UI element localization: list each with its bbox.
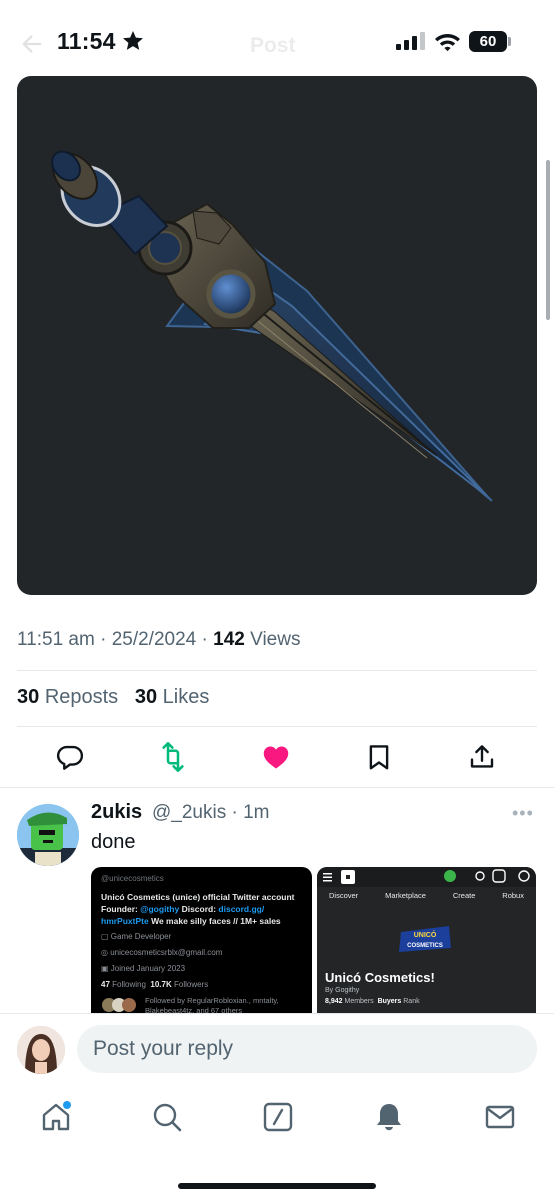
tweet-meta: 11:51 am · 25/2/2024 · 142 Views [17,629,301,650]
battery-level: 60 [469,31,507,52]
profile-mutuals: Followed by RegularRobloxian., mntalty, … [101,996,302,1013]
reply-media-left[interactable]: @unicecosmetics Unicó Cosmetics (unice) … [91,867,312,1013]
following-label: Following [112,980,146,989]
logo-text-top: UNICÓ [414,930,437,939]
divider [17,670,537,671]
tweet-date: 25/2/2024 [111,629,197,650]
mutuals-text: Followed by RegularRobloxian., mntalty, … [145,996,279,1013]
reply-media-right[interactable]: Discover Marketplace Create Robux UNICÓ … [317,867,536,1013]
reply-display-name[interactable]: 2ukis [91,801,142,824]
status-bar: Post 11:54 60 [0,0,554,70]
tab-robux: Robux [502,891,524,900]
bio-line: Unicó Cosmetics (unice) official Twitter… [101,892,295,902]
scrollbar[interactable] [546,160,550,320]
group-members: 8,942 Members Buyers Rank [325,998,420,1005]
home-indicator [178,1183,376,1189]
category-text: Game Developer [110,932,172,941]
more-options-icon[interactable]: ••• [512,803,534,824]
views-count: 142 [213,629,245,650]
divider [0,787,554,788]
star-icon [123,31,143,50]
home-icon[interactable] [40,1101,72,1133]
roblox-topbar [317,867,536,887]
following-count: 47 [101,980,110,989]
group-name: Unicó Cosmetics! [325,970,435,985]
back-arrow-icon[interactable] [18,30,46,58]
joined-text: Joined January 2023 [110,964,186,973]
profile-handle: @unicecosmetics [101,874,164,883]
reply-composer: Post your reply [0,1013,554,1088]
members-count: 8,942 [325,998,343,1005]
my-avatar-image [17,1026,65,1074]
reply-handle[interactable]: @_2ukis [152,802,226,823]
bio-discord: Discord: [181,904,217,914]
clock: 11:54 [57,28,116,54]
reply-input[interactable]: Post your reply [77,1025,537,1073]
tab-create: Create [452,891,476,900]
profile-category: ▢ Game Developer [101,932,172,941]
profile-bio: Unicó Cosmetics (unice) official Twitter… [101,891,302,927]
notifications-icon[interactable] [373,1101,405,1133]
profile-joined: ▣ Joined January 2023 [101,964,186,973]
likes-stat[interactable]: 30 Likes [135,686,210,708]
reply-text: done [91,831,136,853]
reply-icon[interactable] [55,742,85,772]
mutual-avatars [102,998,136,1012]
tweet-stats: 30 Reposts 30 Likes [17,686,209,709]
rank-value: Buyers [377,998,402,1005]
bio-tail: We make silly faces // 1M+ sales [151,916,281,926]
tab-discover: Discover [329,891,359,900]
profile-follow-counts: 47 Following 10.7K Followers [101,979,302,991]
reposts-count: 30 [17,686,40,708]
reposts-label: Reposts [44,686,119,708]
group-owner: By Gogithy [325,987,359,994]
profile-email: ◎ unicecosmeticsrblx@gmail.com [101,948,223,957]
tweet-time: 11:51 am [17,629,95,650]
by-name: Gogithy [335,987,360,994]
avatar-image [17,804,79,866]
tweet-actions [0,742,554,776]
views-label: Views [250,629,301,650]
followers-count: 10.7K [150,980,172,989]
followers-label: Followers [173,980,209,989]
reply-time: 1m [243,802,270,823]
tab-marketplace: Marketplace [385,891,426,900]
share-icon[interactable] [467,742,497,772]
bookmark-icon[interactable] [364,742,394,772]
likes-count: 30 [134,686,158,708]
repost-icon[interactable] [158,742,188,772]
roblox-topbar-icons [323,869,530,884]
reply-avatar[interactable] [17,804,79,866]
bio-founder-link: @gogithy [140,904,180,914]
email-text: unicecosmeticsrblx@gmail.com [110,948,223,957]
logo-text-bottom: COSMETICS [407,943,443,949]
roblox-tabs: Discover Marketplace Create Robux [317,887,536,904]
tweet-media-image[interactable] [17,76,537,595]
cellular-signal-icon [396,32,425,50]
members-label: Members [344,998,374,1005]
by-label: By [325,987,334,994]
reply-handle-time: @_2ukis · 1m [152,802,270,823]
grok-icon[interactable] [262,1101,294,1133]
divider [17,726,537,727]
my-avatar [17,1026,65,1074]
likes-label: Likes [162,686,210,708]
bottom-tab-bar [0,1088,554,1200]
wifi-icon [435,34,460,52]
rank-label: Rank [403,998,420,1005]
group-logo: UNICÓ COSMETICS [399,926,451,952]
search-icon[interactable] [151,1101,183,1133]
dagger-render [51,150,493,502]
reposts-stat[interactable]: 30 Reposts [17,686,118,708]
bio-founder: Founder: [101,904,138,914]
like-icon[interactable] [261,742,291,772]
battery-tip [508,37,511,46]
header-title: Post [250,34,296,57]
messages-icon[interactable] [484,1101,516,1133]
